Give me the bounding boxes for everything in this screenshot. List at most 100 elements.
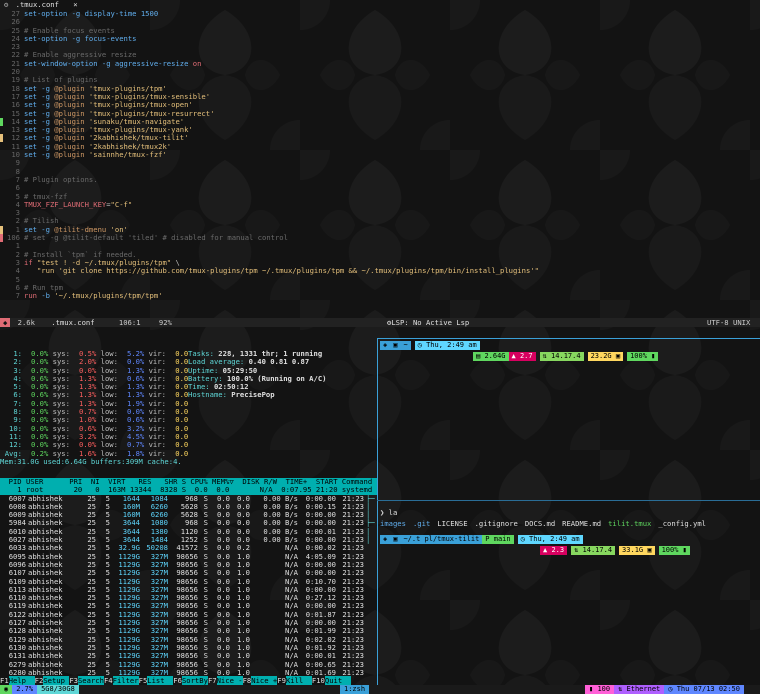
process-row[interactable]: 6128 abhishek 25 5 1129G 327M 98656 S 0.0 1.0 N/A 0…	[0, 627, 377, 635]
editor-line[interactable]: 27 set-option -g display-time 1500	[0, 9, 760, 18]
git-sign	[0, 51, 3, 59]
process-virt: 160M	[122, 511, 140, 520]
selected-process-row[interactable]: 1 root 20 0 163M 13344 8328 S 0.0 0.0 N/…	[0, 485, 377, 495]
fkey-nice-key[interactable]: F7	[208, 676, 217, 685]
process-ni: 5	[105, 536, 110, 545]
process-row[interactable]: 6096 abhishek 25 5 1129G 327M 98656 S 0.0 1.0 N/A 0…	[0, 561, 377, 569]
fkey-label[interactable]: Kill	[285, 676, 312, 685]
process-row[interactable]: 6279 abhishek 25 5 1129G 327M 98656 S 0.0 1.0 N/A 0…	[0, 661, 377, 669]
process-time: 0:00.00	[305, 519, 336, 528]
process-row[interactable]: 6130 abhishek 25 5 1129G 327M 98656 S 0.0 1.0 N/A 0…	[0, 644, 377, 652]
process-row[interactable]: 5984 abhishek 25 5 3644 1080 968 S 0.0 0.0 0.00 B/…	[0, 519, 377, 527]
process-res: 327M	[150, 569, 168, 578]
editor-buffer[interactable]: 27 set-option -g display-time 1500 26 25 # E…	[0, 9, 760, 300]
process-ni: 5	[105, 552, 110, 561]
shell-bottom-pane[interactable]: ❯ la images .git LICENSE .gitignore DOCS.md R…	[380, 509, 760, 685]
process-row[interactable]: 6280 abhishek 25 5 1129G 327M 98656 S 0.0 1.0 N/A 0…	[0, 669, 377, 676]
htop-pane[interactable]: 1: 0.0% sys: 0.5% low: 5.2% vir: 0.0 2: 0…	[0, 339, 377, 676]
process-row[interactable]: 6110 abhishek 25 5 1129G 327M 98656 S 0.0 1.0 N/A 0…	[0, 594, 377, 602]
process-s: S	[203, 560, 208, 569]
editor-line[interactable]: 5	[0, 275, 760, 284]
process-row[interactable]: 6127 abhishek 25 5 1129G 327M 98656 S 0.0 1.0 N/A 0…	[0, 619, 377, 627]
process-time: 0:00.00	[305, 602, 336, 611]
fkey-label[interactable]: Quit	[324, 676, 351, 685]
editor-line[interactable]: 10 set -g @plugin 'sainnhe/tmux-fzf'	[0, 150, 760, 159]
fkey-label[interactable]: Setup	[43, 676, 70, 685]
process-cpu: 0.0	[217, 594, 230, 603]
process-table[interactable]: PID USER PRI NI VIRT RES SHR S CPU% MEM%…	[0, 477, 377, 676]
fkey-filter-key[interactable]: F4	[104, 676, 113, 685]
process-start: 21:23	[342, 494, 364, 503]
process-row[interactable]: 6109 abhishek 25 5 1129G 327M 98656 S 0.0 1.0 N/A 0…	[0, 578, 377, 586]
editor-line[interactable]: 24 set-option -g focus-events	[0, 33, 760, 43]
editor-line[interactable]: 3	[0, 208, 760, 217]
cursor-position: 106:1	[118, 318, 141, 327]
editor-line[interactable]: 106 # set -g @tilit-default 'tiled' # dis…	[0, 233, 760, 243]
fkey-label[interactable]: SortBy	[181, 676, 208, 685]
git-sign	[0, 85, 3, 93]
editor-line[interactable]: 4 TMUX_FZF_LAUNCH_KEY="C-f"	[0, 200, 760, 209]
process-pri: 25	[87, 527, 96, 536]
process-row[interactable]: 6007 abhishek 25 5 1644 1084 968 S 0.0 0.0 0.00 B/…	[0, 495, 377, 503]
code-token: # set -g @tilit-default 'tiled' # disabl…	[24, 233, 288, 243]
process-pid: 6113	[8, 585, 26, 594]
fkey-label[interactable]: Help	[8, 676, 35, 685]
editor-line[interactable]: 7 # Plugin options.	[0, 175, 760, 184]
ls-entry: .git	[412, 519, 431, 529]
editor-line[interactable]: 8	[0, 167, 760, 176]
process-res: 327M	[150, 610, 168, 619]
fkey-label[interactable]: Nice -	[216, 676, 243, 685]
editor-tab[interactable]: .tmux.conf ×	[16, 0, 78, 9]
fkey-label[interactable]: Nice +	[251, 676, 278, 685]
process-row[interactable]: 6122 abhishek 25 5 1129G 327M 98656 S 0.0 1.0 N/A 0…	[0, 611, 377, 619]
process-row[interactable]: 6010 abhishek 25 5 3644 1380 1120 S 0.0 0.0 0.00 B…	[0, 528, 377, 536]
process-row[interactable]: 6009 abhishek 25 5 160M 6260 5628 S 0.0 0.0 0.00 B…	[0, 511, 377, 519]
process-res: 327M	[150, 577, 168, 586]
process-ni: 5	[105, 619, 110, 628]
process-row[interactable]: 6107 abhishek 25 5 1129G 327M 98656 S 0.0 1.0 N/A 0…	[0, 569, 377, 577]
process-mem: 0.0	[237, 536, 250, 545]
fkey-label[interactable]: List	[147, 676, 174, 685]
git-sign	[0, 134, 3, 143]
fkey-list-key[interactable]: F5	[139, 676, 148, 685]
process-row[interactable]: 6113 abhishek 25 5 1129G 327M 98656 S 0.0 1.0 N/A 0…	[0, 586, 377, 594]
close-icon[interactable]: ×	[73, 0, 77, 9]
process-row[interactable]: 6008 abhishek 25 5 160M 6260 5628 S 0.0 0.0 0.00 B…	[0, 503, 377, 511]
process-start: 21:23	[342, 527, 364, 536]
process-row[interactable]: 6095 abhishek 25 5 1129G 327M 98656 S 0.0 1.0 N/A 4…	[0, 553, 377, 561]
process-row[interactable]: 6119 abhishek 25 5 1129G 327M 98656 S 0.0 1.0 N/A 0…	[0, 602, 377, 610]
fkey-label[interactable]: Search	[77, 676, 104, 685]
fkey-kill-key[interactable]: F9	[277, 676, 286, 685]
fkey-setup-key[interactable]: F2	[35, 676, 44, 685]
tmux-window-tab[interactable]: 1:zsh	[340, 685, 370, 694]
editor-pane[interactable]: ⚙ .tmux.conf × 27 set-option -g display-t…	[0, 0, 760, 318]
process-cpu: 0.0	[217, 527, 230, 536]
git-sign	[0, 259, 3, 267]
process-row[interactable]: 6027 abhishek 25 5 3644 1484 1252 S 0.0 0.0 0.00 B…	[0, 536, 377, 544]
shell-top-pane[interactable]: ◈ ▣ ~ ◷ Thu, 2:49 am ▤ 2.64G ▲ 2.7 ⇅ 14.17.4 2…	[380, 340, 760, 500]
process-time: 0:00.00	[305, 619, 336, 628]
editor-line[interactable]: 6	[0, 183, 760, 192]
process-row[interactable]: 6131 abhishek 25 5 1129G 327M 98656 S 0.0 1.0 N/A 0…	[0, 652, 377, 660]
editor-line[interactable]: 9	[0, 159, 760, 168]
fkey-help-key[interactable]: F1	[0, 676, 9, 685]
fkey-quit-key[interactable]: F10	[312, 676, 325, 685]
process-pid: 6033	[8, 544, 26, 553]
process-cmd: │ └─ bwrap	[366, 527, 371, 536]
process-row[interactable]: 6129 abhishek 25 5 1129G 327M 98656 S 0.0 1.0 N/A 0…	[0, 636, 377, 644]
process-pid: 6008	[8, 502, 26, 511]
fkey-label[interactable]: Filter	[112, 676, 139, 685]
editor-line[interactable]: 20	[0, 67, 760, 76]
editor-line[interactable]: 7 run -b '~/.tmux/plugins/tpm/tpm'	[0, 291, 760, 300]
editor-line[interactable]: 21 set-window-option -g aggressive-resize…	[0, 59, 760, 68]
fkey-search-key[interactable]: F3	[69, 676, 78, 685]
process-cpu: 0.0	[217, 619, 230, 628]
process-shr: 98656	[176, 610, 198, 619]
fkey-nice-key[interactable]: F8	[243, 676, 252, 685]
mem-badge: ▤ 2.64G	[473, 352, 509, 361]
status-file-name: .tmux.conf	[51, 318, 95, 327]
fkey-sortby-key[interactable]: F6	[173, 676, 182, 685]
code-token: set-option -g focus-events	[24, 33, 137, 43]
editor-line[interactable]: 4 "run 'git clone https://github.com/tmu…	[0, 266, 760, 275]
process-row[interactable]: 6033 abhishek 25 5 32.9G 50208 41572 S 0.0 0.2 N/A…	[0, 544, 377, 552]
